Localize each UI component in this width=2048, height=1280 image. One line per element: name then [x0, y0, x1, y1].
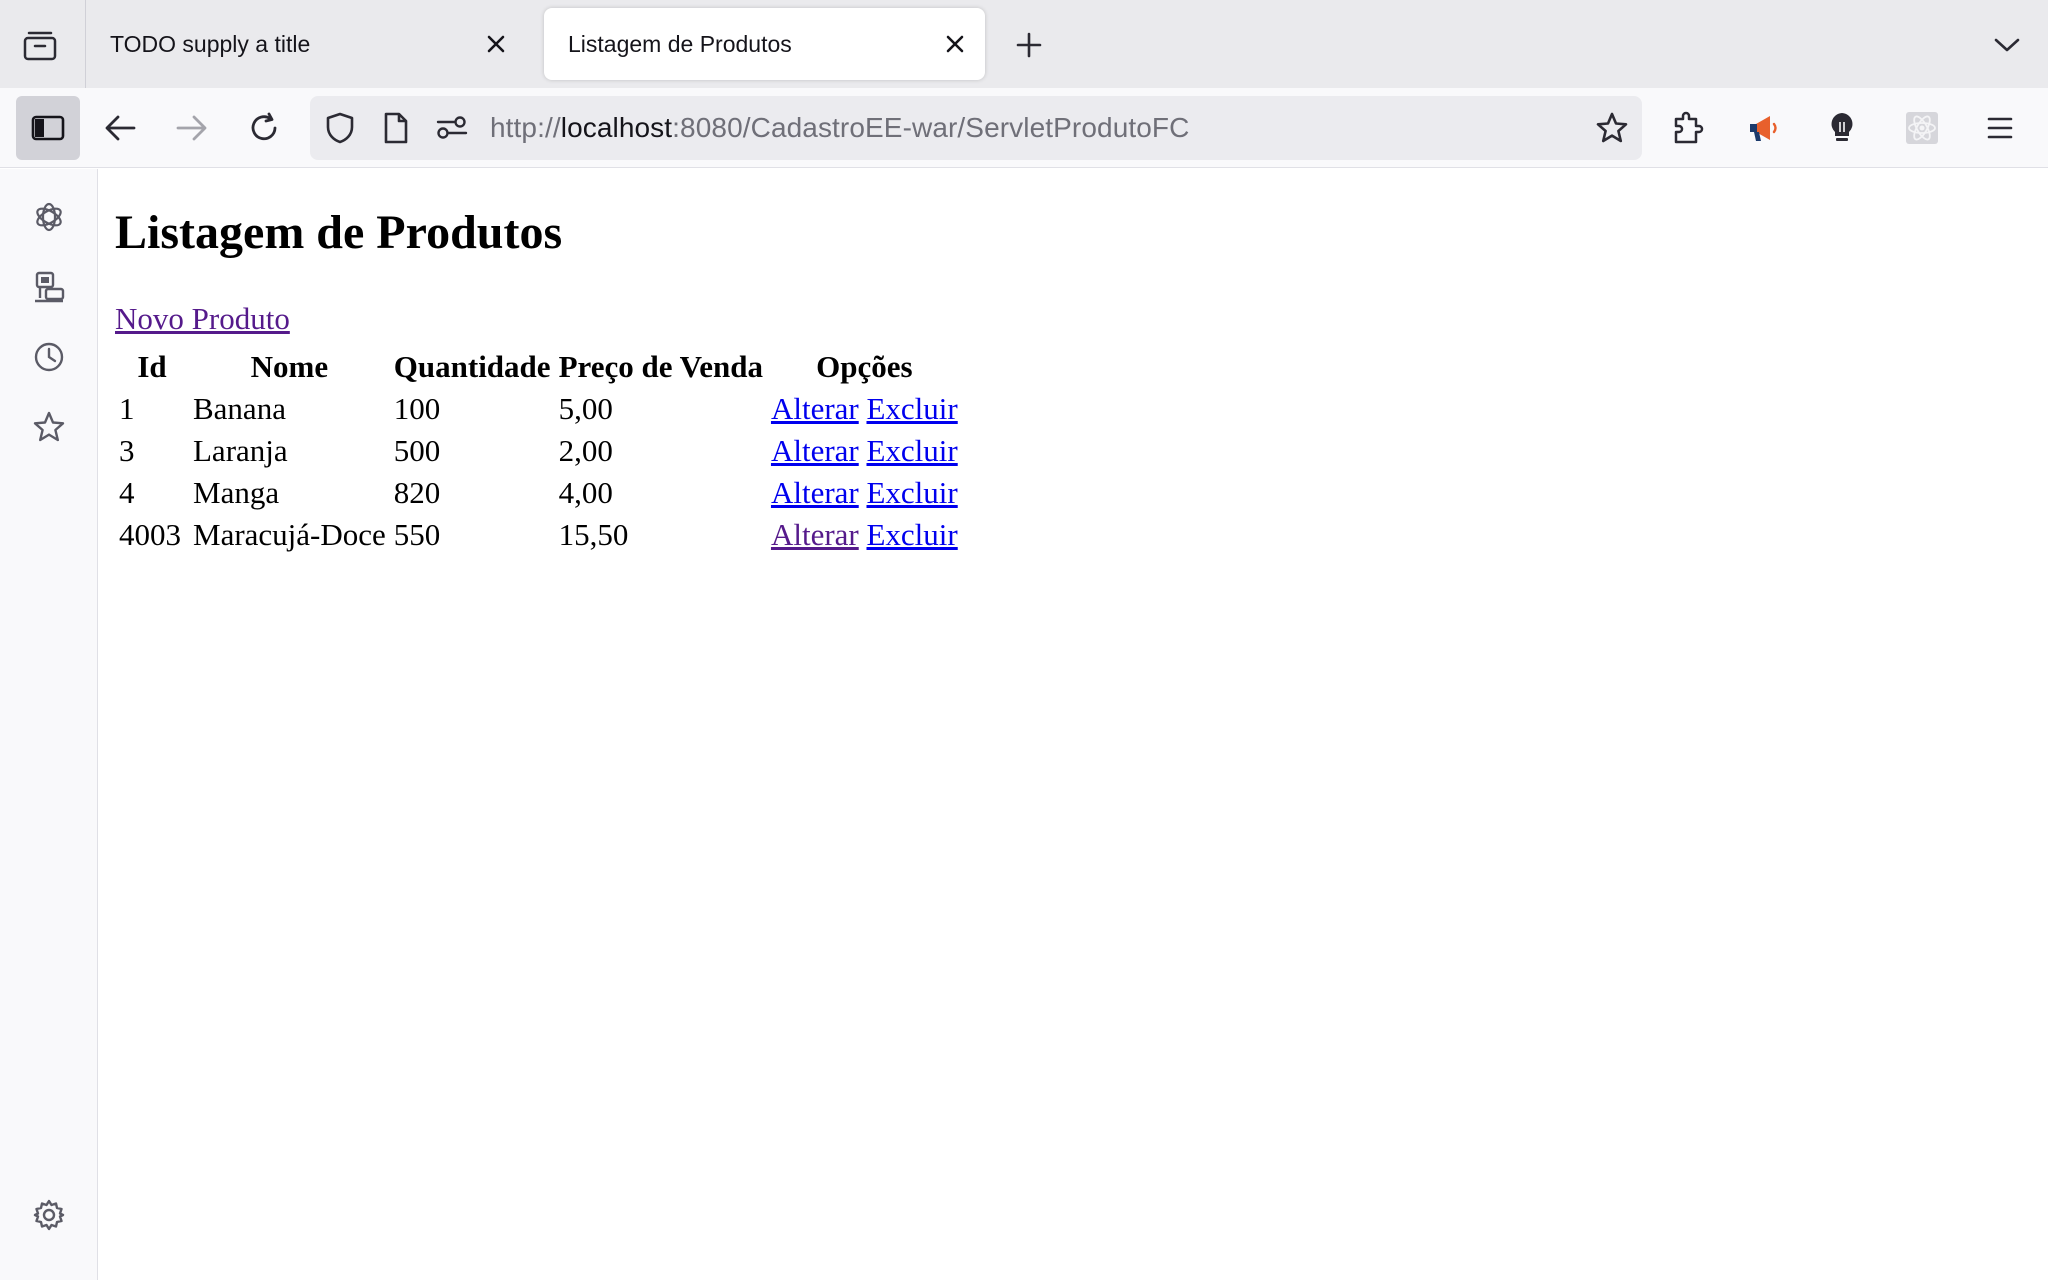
table-row: 1 Banana 100 5,00 Alterar Excluir	[117, 390, 960, 428]
page-title: Listagem de Produtos	[115, 206, 563, 259]
table-row: 3 Laranja 500 2,00 Alterar Excluir	[117, 432, 960, 470]
shield-icon[interactable]	[316, 104, 364, 152]
synced-devices-icon[interactable]	[21, 259, 77, 315]
excluir-link[interactable]: Excluir	[866, 391, 957, 426]
products-table: Id Nome Quantidade Preço de Venda Opções…	[113, 344, 964, 558]
cell-nome: Maracujá-Doce	[193, 517, 386, 552]
cell-id: 3	[119, 433, 135, 468]
alterar-link[interactable]: Alterar	[771, 517, 859, 552]
url-scheme: http://	[490, 112, 561, 143]
cell-opcoes: Alterar Excluir	[769, 432, 960, 470]
tab-list-icon[interactable]	[16, 24, 64, 68]
header-id: Id	[137, 349, 167, 384]
page-content: Listagem de Produtos Novo Produto Id Nom…	[99, 169, 2048, 1280]
sidebar-icon[interactable]	[16, 96, 80, 160]
cell-id: 4	[119, 475, 135, 510]
tab-listagem[interactable]: Listagem de Produtos	[544, 8, 985, 80]
history-icon[interactable]	[21, 329, 77, 385]
sidebar	[0, 169, 98, 1280]
settings-icon[interactable]	[21, 1187, 77, 1243]
star-icon[interactable]	[1588, 104, 1636, 152]
novo-produto-link[interactable]: Novo Produto	[115, 301, 290, 337]
alterar-link[interactable]: Alterar	[771, 391, 859, 426]
plus-icon[interactable]	[1008, 24, 1050, 66]
cell-id: 4003	[119, 517, 181, 552]
tab-title: Listagem de Produtos	[568, 30, 792, 57]
arrow-right-icon	[160, 96, 224, 160]
tab-title: TODO supply a title	[110, 30, 311, 57]
cell-quantidade: 100	[393, 391, 441, 426]
excluir-link[interactable]: Excluir	[866, 517, 957, 552]
hamburger-icon[interactable]	[1968, 96, 2032, 160]
cell-nome: Banana	[193, 391, 286, 426]
table-row: 4 Manga 820 4,00 Alterar Excluir	[117, 474, 960, 512]
cell-nome: Manga	[193, 475, 280, 510]
alterar-link[interactable]: Alterar	[771, 475, 859, 510]
cell-opcoes: Alterar Excluir	[769, 474, 960, 512]
navigation-toolbar: http://localhost:8080/CadastroEE-war/Ser…	[0, 88, 2048, 168]
header-quantidade: Quantidade	[393, 349, 551, 384]
table-header-row: Id Nome Quantidade Preço de Venda Opções	[117, 348, 960, 386]
alterar-link[interactable]: Alterar	[771, 433, 859, 468]
cell-id: 1	[119, 391, 135, 426]
cell-quantidade: 500	[393, 433, 441, 468]
cell-quantidade: 820	[393, 475, 441, 510]
cell-quantidade: 550	[393, 517, 441, 552]
chatgpt-icon[interactable]	[21, 189, 77, 245]
cell-preco: 15,50	[558, 517, 629, 552]
permissions-icon[interactable]	[428, 104, 476, 152]
header-nome: Nome	[250, 349, 329, 384]
tab-todo[interactable]: TODO supply a title	[86, 8, 526, 80]
page-icon[interactable]	[372, 104, 420, 152]
lightbulb-extension-icon[interactable]	[1810, 96, 1874, 160]
close-icon[interactable]	[935, 24, 975, 64]
puzzle-icon[interactable]	[1656, 96, 1720, 160]
cell-opcoes: Alterar Excluir	[769, 390, 960, 428]
react-devtools-icon[interactable]	[1890, 96, 1954, 160]
excluir-link[interactable]: Excluir	[866, 475, 957, 510]
arrow-left-icon[interactable]	[88, 96, 152, 160]
cell-preco: 5,00	[558, 391, 613, 426]
header-opcoes: Opções	[816, 349, 913, 384]
close-icon[interactable]	[476, 24, 516, 64]
cell-nome: Laranja	[193, 433, 288, 468]
cell-preco: 4,00	[558, 475, 613, 510]
table-row: 4003 Maracujá-Doce 550 15,50 Alterar Exc…	[117, 516, 960, 554]
megaphone-extension-icon[interactable]	[1732, 96, 1796, 160]
excluir-link[interactable]: Excluir	[866, 433, 957, 468]
url-text[interactable]: http://localhost:8080/CadastroEE-war/Ser…	[490, 96, 1189, 160]
cell-opcoes: Alterar Excluir	[769, 516, 960, 554]
chevron-down-icon[interactable]	[1986, 24, 2028, 66]
reload-icon[interactable]	[232, 96, 296, 160]
url-bar[interactable]: http://localhost:8080/CadastroEE-war/Ser…	[310, 96, 1642, 160]
header-preco: Preço de Venda	[558, 349, 763, 384]
cell-preco: 2,00	[558, 433, 613, 468]
bookmarks-icon[interactable]	[21, 399, 77, 455]
tab-strip: TODO supply a title Listagem de Produtos	[0, 0, 2048, 88]
url-host: localhost	[560, 112, 673, 143]
url-path: :8080/CadastroEE-war/ServletProdutoFC	[672, 112, 1190, 143]
